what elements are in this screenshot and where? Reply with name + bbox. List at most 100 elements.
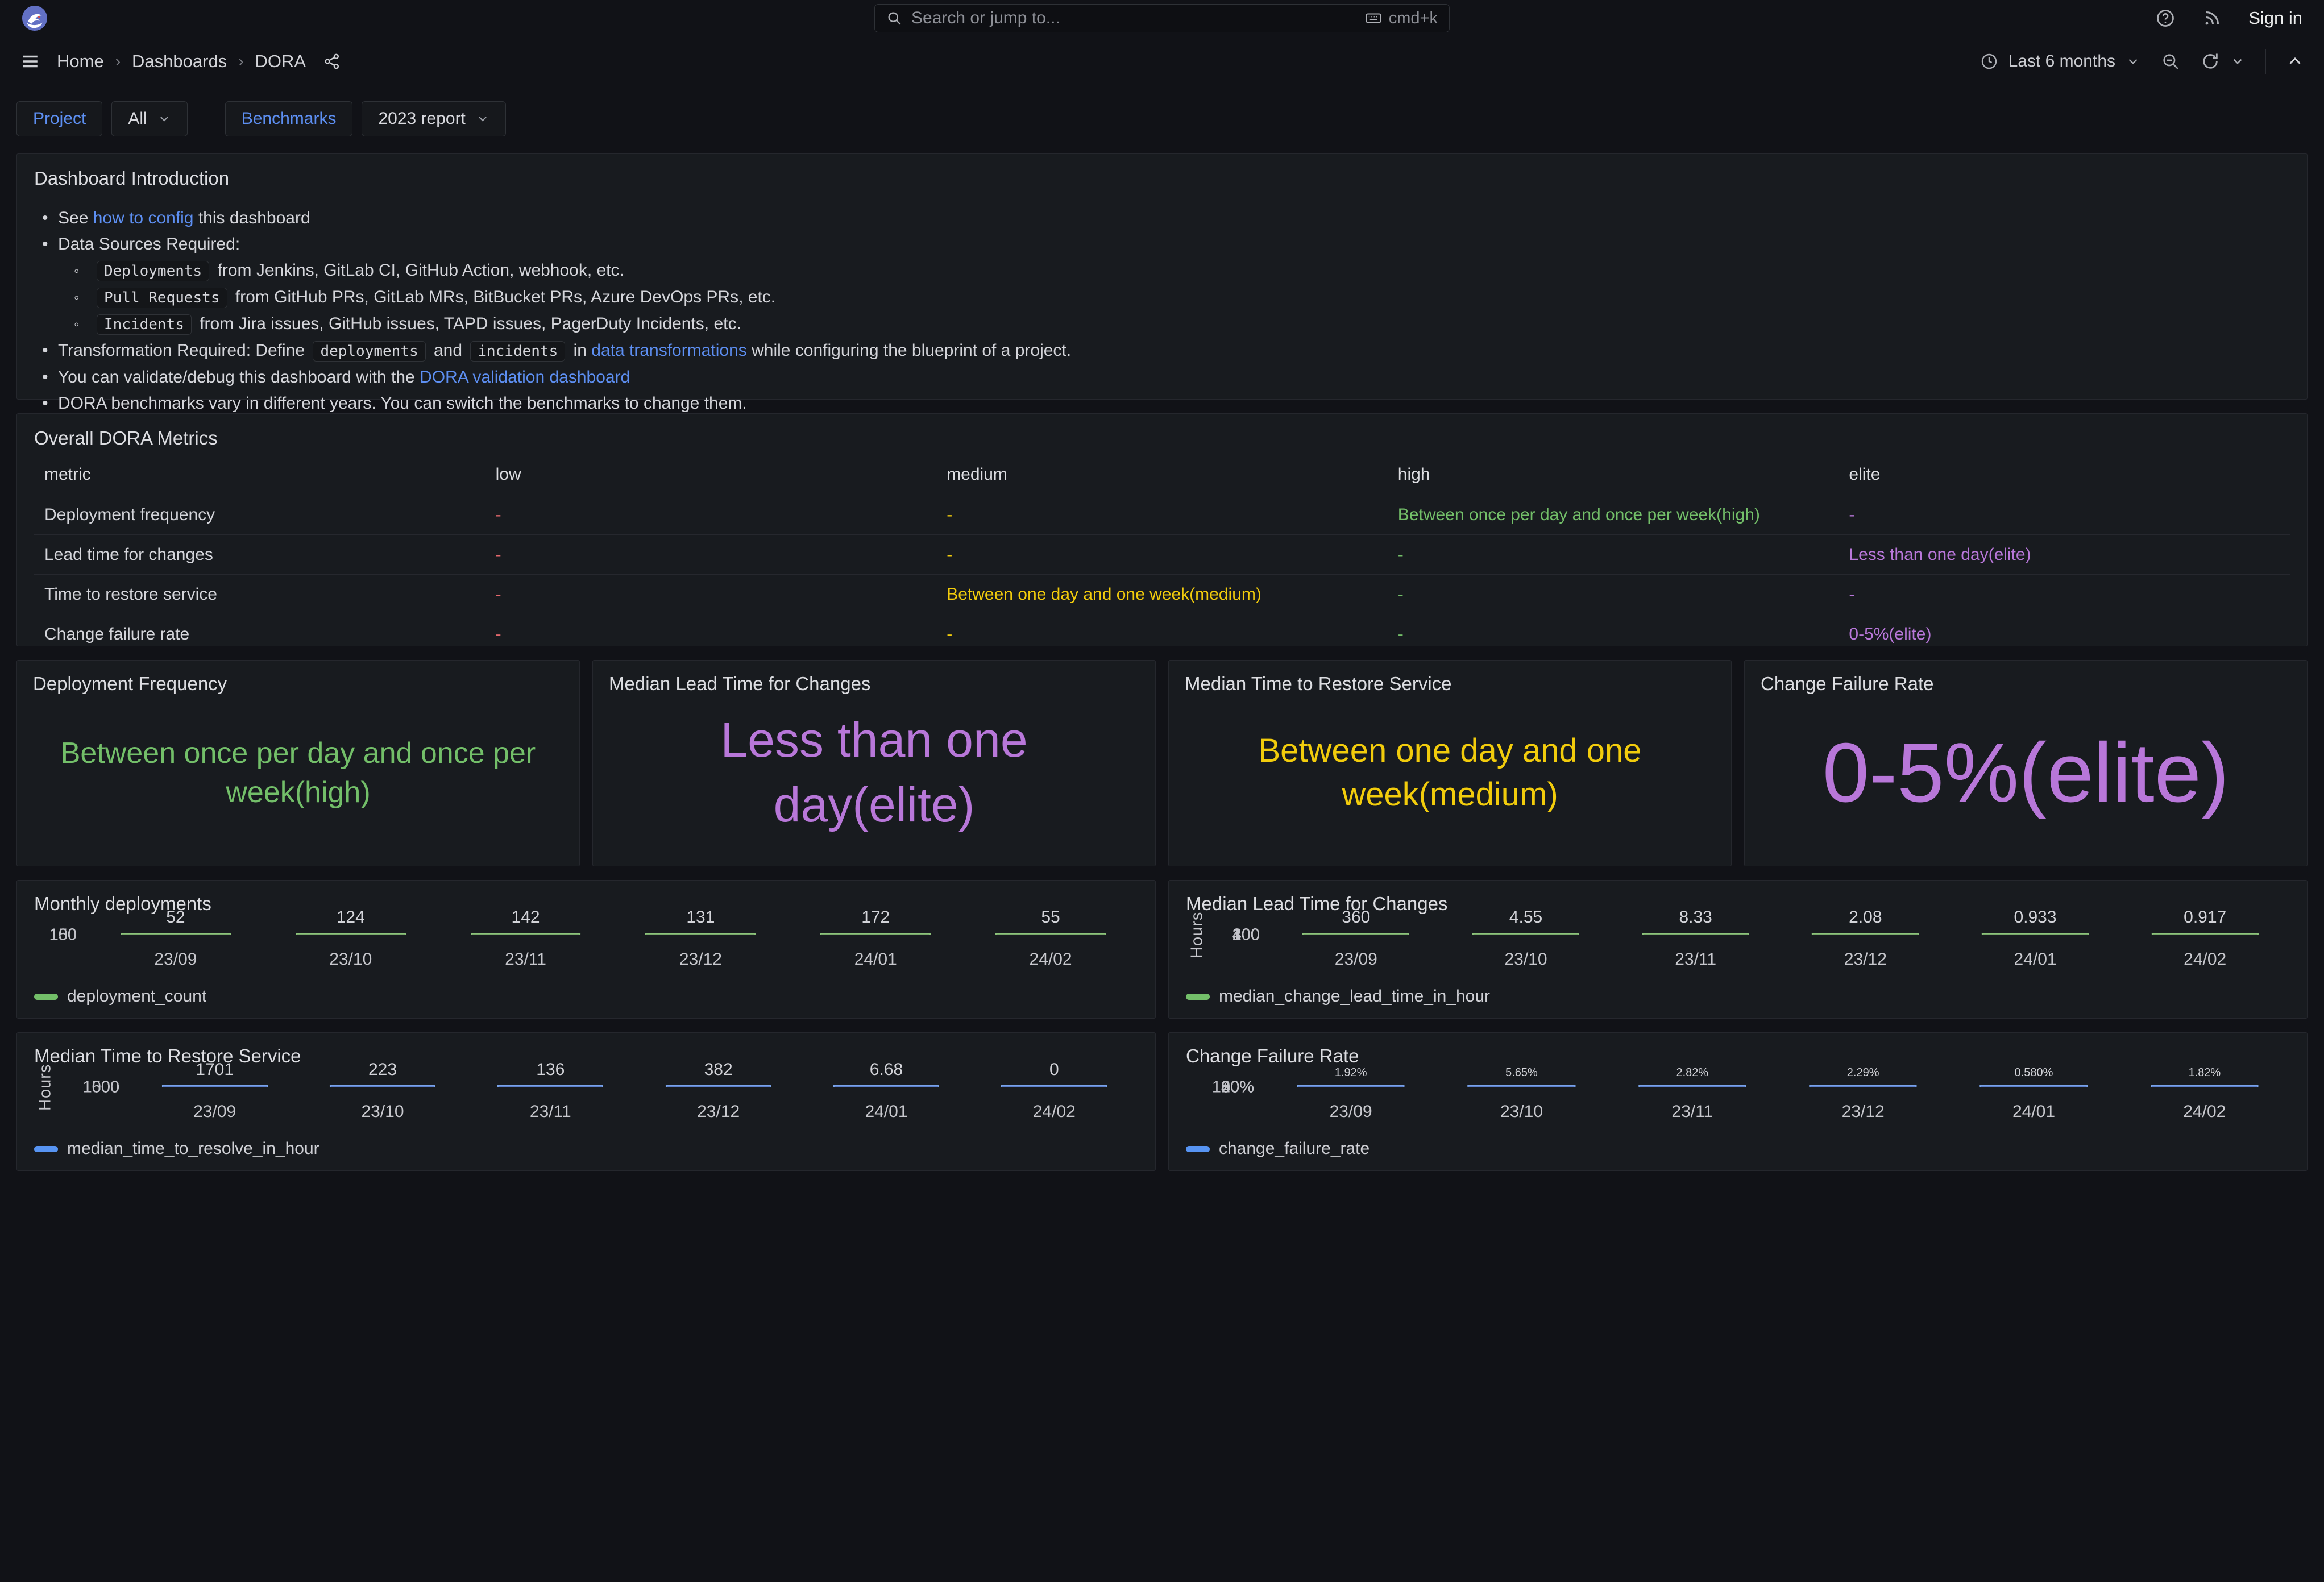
x-tick-label: 24/02 (963, 950, 1138, 969)
table-header-row: metriclowmediumhighelite (34, 455, 2290, 495)
x-axis-labels: 23/0923/1023/1123/1224/0124/02 (88, 950, 1138, 969)
search-shortcut: cmd+k (1365, 9, 1438, 28)
zoom-out-icon[interactable] (2161, 52, 2180, 71)
breadcrumb-separator: › (115, 52, 121, 70)
legend-series-name: change_failure_rate (1219, 1139, 1370, 1159)
clock-icon (1980, 52, 1998, 70)
code-chip: Pull Requests (97, 288, 227, 308)
table-row: Change failure rate---0-5%(elite) (34, 614, 2290, 654)
table-cell-low: - (485, 545, 937, 564)
keyboard-icon (1365, 10, 1382, 27)
table-cell-elite: - (1839, 585, 2290, 604)
menu-icon[interactable] (20, 52, 40, 71)
x-tick-label: 23/09 (1265, 1102, 1436, 1122)
intro-list-item: See how to config this dashboard (34, 205, 2290, 231)
bar (1638, 1085, 1746, 1087)
stats-row: Deployment Frequency Between once per da… (16, 660, 2308, 866)
bar-value-label: 0.933 (2014, 908, 2056, 927)
bar (1980, 1085, 2088, 1087)
x-tick-label: 23/09 (131, 1102, 298, 1122)
y-tick-label: 150 (49, 926, 77, 945)
overall-dora-metrics-panel: Overall DORA Metrics metriclowmediumhigh… (16, 413, 2308, 646)
table-cell-metric: Time to restore service (34, 585, 485, 604)
table-cell-high: - (1388, 545, 1839, 564)
x-tick-label: 23/10 (298, 1102, 466, 1122)
bar (330, 1085, 435, 1087)
chart-panel-title: Monthly deployments (34, 893, 1138, 915)
column-header-low: low (485, 465, 937, 484)
intro-sublist: Deployments from Jenkins, GitLab CI, Git… (67, 258, 2290, 338)
breadcrumb-separator: › (238, 52, 243, 70)
x-tick-label: 23/12 (1778, 1102, 1948, 1122)
bar (1812, 933, 1919, 935)
legend-series-name: median_change_lead_time_in_hour (1219, 987, 1490, 1006)
breadcrumb: Home›Dashboards›DORA (57, 51, 306, 72)
chevron-down-icon[interactable] (2230, 54, 2245, 69)
bar (1302, 933, 1409, 935)
x-tick-label: 24/02 (970, 1102, 1138, 1122)
x-tick-label: 23/11 (438, 950, 613, 969)
table-cell-metric: Lead time for changes (34, 545, 485, 564)
bar-value-label: 5.65% (1505, 1066, 1538, 1079)
median-time-to-restore-chart-panel: Median Time to Restore ServiceHours05001… (16, 1032, 1156, 1171)
chart-body: Hours05001000150017012231363826.68023/09… (34, 1087, 1138, 1160)
table-row: Deployment frequency--Between once per d… (34, 495, 2290, 534)
chart-body: 0%20%40%60%80%100%1.92%5.65%2.82%2.29%0.… (1186, 1087, 2290, 1160)
benchmarks-variable-label: Benchmarks (225, 101, 353, 136)
x-tick-label: 24/02 (2120, 950, 2290, 969)
table-cell-medium: - (936, 545, 1388, 564)
intro-link[interactable]: data transformations (591, 341, 746, 360)
x-tick-label: 24/02 (2119, 1102, 2290, 1122)
code-chip: Deployments (97, 261, 209, 281)
charts-row-1: Monthly deployments 050100150521241421311… (16, 880, 2308, 1019)
devlake-logo-icon[interactable] (22, 5, 48, 31)
bar-value-label: 124 (337, 908, 365, 927)
benchmarks-variable-select[interactable]: 2023 report (362, 101, 505, 136)
x-tick-label: 24/01 (1948, 1102, 2119, 1122)
code-chip: Incidents (97, 314, 192, 335)
time-range-label: Last 6 months (2008, 52, 2115, 71)
stat-value: Between one day and one week(medium) (1169, 695, 1731, 866)
table-cell-elite: Less than one day(elite) (1839, 545, 2290, 564)
median-lead-time-stat-panel: Median Lead Time for Changes Less than o… (592, 660, 1156, 866)
bar (2152, 933, 2259, 935)
legend-item[interactable]: deployment_count (34, 985, 1138, 1008)
bar-value-label: 131 (686, 908, 715, 927)
x-tick-label: 24/01 (788, 950, 963, 969)
legend-item[interactable]: change_failure_rate (1186, 1137, 2290, 1160)
stat-value: 0-5%(elite) (1745, 695, 2307, 866)
bar-value-label: 2.82% (1676, 1066, 1708, 1079)
bar-value-label: 142 (512, 908, 540, 927)
column-header-metric: metric (34, 465, 485, 484)
dashboard-content: Project All Benchmarks 2023 report Dashb… (0, 86, 2324, 1171)
bar (820, 933, 931, 935)
chart-body: 050100150521241421311725523/0923/1023/11… (34, 935, 1138, 1008)
rss-icon[interactable] (2202, 8, 2222, 28)
help-icon[interactable] (2155, 8, 2176, 28)
sign-in-button[interactable]: Sign in (2248, 8, 2302, 28)
breadcrumb-item-home[interactable]: Home (57, 51, 104, 72)
dashboard-introduction-panel: Dashboard Introduction See how to config… (16, 153, 2308, 400)
legend-item[interactable]: median_change_lead_time_in_hour (1186, 985, 2290, 1008)
search-input[interactable]: Search or jump to... cmd+k (874, 4, 1450, 32)
share-icon[interactable] (323, 52, 341, 70)
bar (471, 933, 581, 935)
bar (666, 1085, 771, 1087)
project-variable-select[interactable]: All (111, 101, 187, 136)
bar-value-label: 52 (166, 908, 185, 927)
bar (995, 933, 1106, 935)
median-lead-time-chart-panel: Median Lead Time for ChangesHours0100200… (1168, 880, 2308, 1019)
panel-title: Change Failure Rate (1745, 661, 2307, 695)
chevron-up-icon[interactable] (2286, 53, 2304, 70)
table-cell-metric: Deployment frequency (34, 505, 485, 525)
refresh-button[interactable] (2201, 52, 2245, 71)
breadcrumb-item-dashboards[interactable]: Dashboards (132, 51, 227, 72)
intro-link[interactable]: how to config (93, 209, 194, 227)
charts-row-2: Median Time to Restore ServiceHours05001… (16, 1032, 2308, 1171)
x-tick-label: 23/09 (88, 950, 263, 969)
legend-item[interactable]: median_time_to_resolve_in_hour (34, 1137, 1138, 1160)
chart-panel-title: Change Failure Rate (1186, 1045, 2290, 1067)
x-tick-label: 23/11 (467, 1102, 634, 1122)
intro-link[interactable]: DORA validation dashboard (420, 368, 630, 387)
time-range-picker[interactable]: Last 6 months (1980, 52, 2140, 71)
